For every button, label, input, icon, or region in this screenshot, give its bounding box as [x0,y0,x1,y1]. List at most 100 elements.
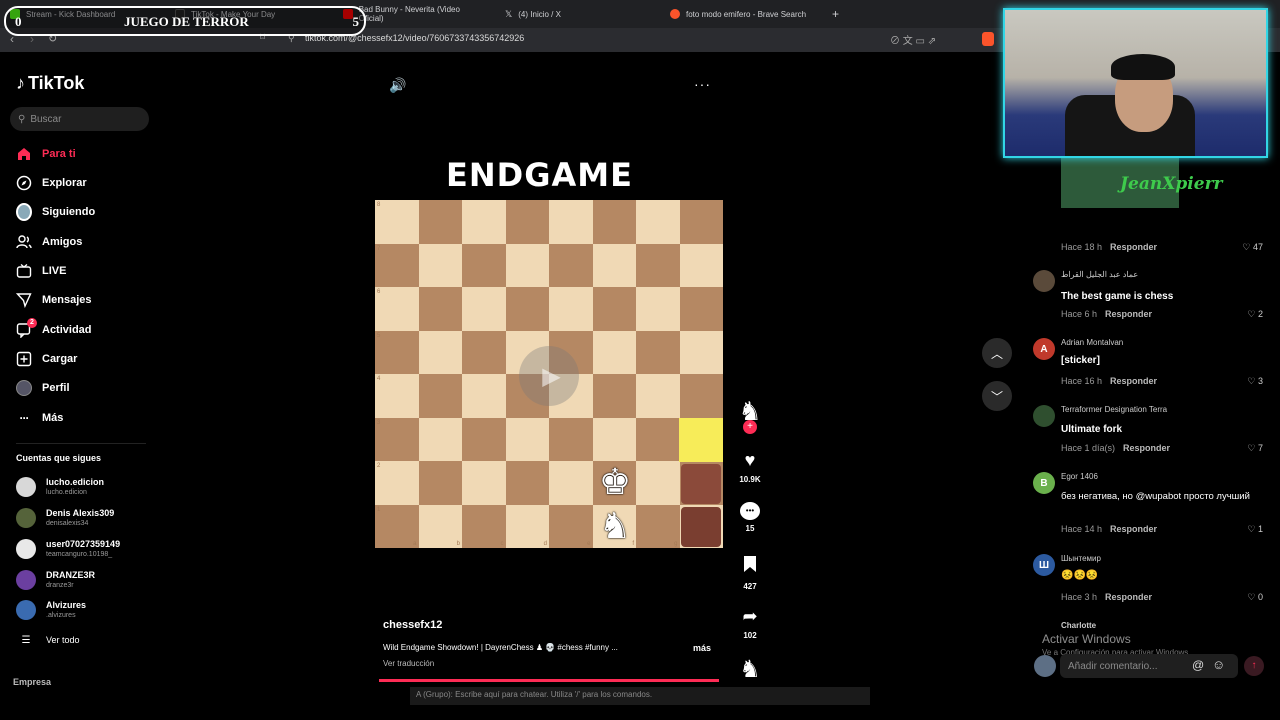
following-item[interactable]: lucho.edicion lucho.edicion [16,475,104,499]
board-square[interactable]: 5 [375,330,419,374]
board-square[interactable] [505,417,549,461]
board-square[interactable] [505,243,549,287]
comment-author[interactable]: Шынтемир [1061,554,1101,563]
search-input[interactable]: ⚲ Buscar [10,107,149,131]
board-square[interactable] [636,243,680,287]
nav-siguiendo[interactable]: Siguiendo [16,202,95,222]
nav-mas[interactable]: ··· Más [16,408,64,428]
board-square[interactable] [592,417,636,461]
share-button[interactable]: ➦ 102 [736,606,764,640]
avatar[interactable] [1033,270,1055,292]
nav-cargar[interactable]: Cargar [16,349,77,369]
board-square[interactable]: 6 [375,287,419,331]
mention-icon[interactable]: @ [1192,658,1204,672]
volume-icon[interactable]: 🔊 [389,77,406,94]
footer-empresa[interactable]: Empresa [13,677,51,687]
nav-explorar[interactable]: Explorar [16,173,87,193]
board-square[interactable] [462,461,506,505]
tab-brave-search[interactable]: foto modo emifero - Brave Search [660,2,825,26]
board-square[interactable] [505,287,549,331]
nav-mensajes[interactable]: Mensajes [16,290,92,310]
board-square[interactable] [462,200,506,244]
board-square[interactable] [462,417,506,461]
board-square[interactable] [679,200,723,244]
emoji-icon[interactable]: ☺ [1212,657,1225,672]
comment-likes[interactable]: ♡ 7 [1247,443,1263,454]
nav-actividad[interactable]: 2 Actividad [16,318,92,340]
comment-likes[interactable]: ♡ 1 [1247,524,1263,535]
board-square[interactable] [549,461,593,505]
board-square[interactable] [636,200,680,244]
board-square[interactable] [636,287,680,331]
see-all-button[interactable]: ☰ Ver todo [16,628,80,652]
more-options-icon[interactable]: ··· [694,76,711,92]
board-square[interactable] [679,287,723,331]
board-square[interactable]: 1a [375,504,419,548]
following-item[interactable]: Alvizures .alvizures [16,598,86,622]
following-item[interactable]: user07027359149 teamcanguro.10198_ [16,537,120,561]
board-square[interactable] [549,287,593,331]
reply-button[interactable]: Responder [1105,309,1152,319]
board-square[interactable]: 3 [375,417,419,461]
nav-amigos[interactable]: Amigos [16,232,82,252]
board-square[interactable] [679,374,723,418]
creator-avatar[interactable]: ♞ + [736,396,764,434]
game-chat-input[interactable]: A (Grupo): Escribe aquí para chatear. Ut… [410,687,870,705]
board-square[interactable]: e [549,504,593,548]
comment-likes[interactable]: ♡ 3 [1247,376,1263,387]
reply-button[interactable]: Responder [1110,242,1157,252]
previous-video-button[interactable]: ︿ [982,338,1012,368]
reply-button[interactable]: Responder [1123,443,1170,453]
brave-shield-icon[interactable] [982,32,994,46]
board-square[interactable] [592,287,636,331]
board-square[interactable] [462,374,506,418]
play-button[interactable]: ▶ [519,346,579,406]
board-square[interactable] [636,330,680,374]
nav-perfil[interactable]: Perfil [16,378,70,398]
board-square[interactable] [592,200,636,244]
like-button[interactable]: ♥ 10.9K [736,450,764,484]
board-square[interactable] [592,330,636,374]
following-item[interactable]: Denis Alexis309 denisalexis34 [16,506,114,530]
toolbar-icons[interactable]: ⊘ 文 ▭ ⇗ [890,32,936,47]
comment-author[interactable]: عماد عبد الجليل القراط [1061,270,1138,279]
comment-author[interactable]: Charlotte [1061,621,1096,630]
board-square[interactable] [505,461,549,505]
video-author[interactable]: chessefx12 [383,619,442,631]
board-square[interactable] [549,417,593,461]
follow-plus-icon[interactable]: + [743,420,757,434]
board-square[interactable] [549,200,593,244]
next-video-button[interactable]: ﹀ [982,381,1012,411]
comment-author[interactable]: Egor 1406 [1061,472,1098,481]
board-square[interactable] [418,461,462,505]
reply-button[interactable]: Responder [1110,376,1157,386]
translate-link[interactable]: Ver traducción [383,659,434,668]
sound-disc[interactable]: ♞ [736,655,764,684]
board-square[interactable] [505,200,549,244]
board-square[interactable]: g [636,504,680,548]
board-square[interactable] [549,243,593,287]
avatar[interactable] [1033,405,1055,427]
board-square[interactable]: 4 [375,374,419,418]
following-item[interactable]: DRANZE3R dranze3r [16,568,95,592]
comment-author[interactable]: Terraformer Designation Terra [1061,405,1167,414]
more-link[interactable]: más [693,643,711,653]
avatar[interactable]: Ш [1033,554,1055,576]
comment-button[interactable]: ••• 15 [736,502,764,533]
board-square[interactable] [418,243,462,287]
reply-button[interactable]: Responder [1105,592,1152,602]
board-square[interactable] [418,330,462,374]
board-square[interactable] [418,200,462,244]
board-square[interactable]: d [505,504,549,548]
board-square[interactable]: 8 [375,200,419,244]
comment-likes[interactable]: ♡ 47 [1242,242,1263,253]
board-square[interactable]: c [462,504,506,548]
board-square[interactable] [418,374,462,418]
save-button[interactable]: 427 [736,555,764,591]
send-button[interactable]: ↑ [1244,656,1264,676]
board-square[interactable]: 7 [375,243,419,287]
comment-likes[interactable]: ♡ 2 [1247,309,1263,320]
board-square[interactable] [636,461,680,505]
board-square[interactable] [679,330,723,374]
reply-button[interactable]: Responder [1110,524,1157,534]
